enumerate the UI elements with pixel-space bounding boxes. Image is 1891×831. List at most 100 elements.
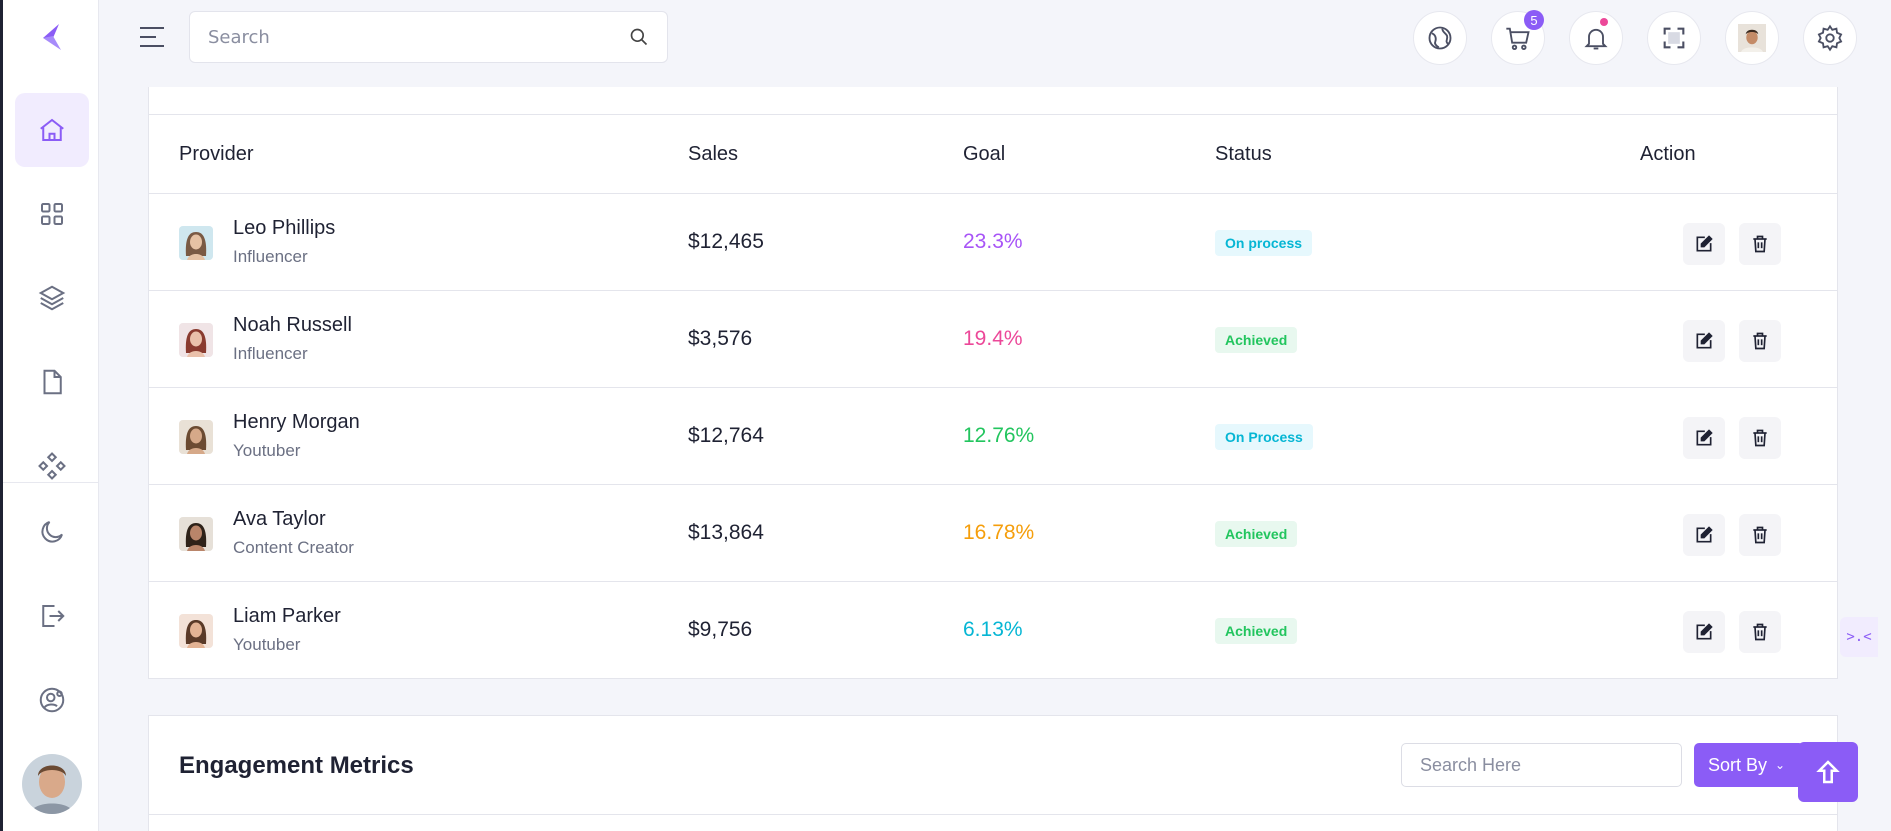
logout-icon <box>42 605 65 627</box>
edit-icon <box>1696 235 1713 252</box>
provider-avatar <box>179 420 213 454</box>
scroll-to-top-button[interactable] <box>1798 742 1858 802</box>
search-input[interactable] <box>208 26 629 48</box>
sidebar-item-profile-settings[interactable] <box>15 663 89 737</box>
goal-value: 23.3% <box>963 230 1023 253</box>
code-icon: >.< <box>1846 629 1872 645</box>
sidebar-item-dashboard[interactable] <box>15 93 89 167</box>
sales-value: $3,576 <box>688 327 753 350</box>
card-divider <box>149 814 1837 815</box>
sales-value: $12,764 <box>688 424 764 447</box>
sales-value: $12,465 <box>688 230 764 253</box>
grid-icon <box>41 203 63 225</box>
provider-role: Content Creator <box>233 538 354 557</box>
edit-button[interactable] <box>1683 223 1725 265</box>
edit-button[interactable] <box>1683 320 1725 362</box>
sidebar-item-pages[interactable] <box>15 345 89 419</box>
provider-name: Henry Morgan <box>233 411 360 433</box>
home-icon <box>40 118 64 141</box>
table-row: Henry Morgan Youtuber $12,764 12.76% On … <box>149 388 1837 485</box>
menu-toggle-icon[interactable] <box>138 25 166 49</box>
provider-role: Influencer <box>233 247 308 266</box>
goal-value: 16.78% <box>963 521 1035 544</box>
globe-icon <box>1428 26 1452 50</box>
edit-icon <box>1696 526 1713 543</box>
edit-icon <box>1696 429 1713 446</box>
engagement-metrics-card: Engagement Metrics Sort By ⌄ <box>148 715 1838 831</box>
sidebar-item-apps[interactable] <box>15 177 89 251</box>
sales-value: $9,756 <box>688 618 753 641</box>
sidebar <box>0 0 99 831</box>
moon-icon <box>41 521 63 543</box>
search-icon[interactable] <box>629 27 649 47</box>
sidebar-user-avatar[interactable] <box>22 754 82 814</box>
delete-button[interactable] <box>1739 223 1781 265</box>
sort-by-button[interactable]: Sort By ⌄ <box>1694 743 1804 787</box>
delete-button[interactable] <box>1739 320 1781 362</box>
column-header-action: Action <box>1640 143 1696 165</box>
file-icon <box>43 369 62 395</box>
table-row: Leo Phillips Influencer $12,465 23.3% On… <box>149 194 1837 291</box>
status-badge: Achieved <box>1215 521 1298 547</box>
chevron-down-icon: ⌄ <box>1775 758 1786 772</box>
settings-button[interactable] <box>1803 11 1857 65</box>
top-header: 5 <box>99 0 1891 87</box>
app-logo-icon[interactable] <box>39 22 65 52</box>
cart-count-badge: 5 <box>1524 10 1544 30</box>
column-header-goal: Goal <box>963 143 1006 165</box>
sidebar-item-layers[interactable] <box>15 261 89 335</box>
delete-button[interactable] <box>1739 514 1781 556</box>
trash-icon <box>1753 526 1767 544</box>
status-badge: Achieved <box>1215 327 1298 353</box>
provider-avatar <box>179 614 213 648</box>
provider-name: Noah Russell <box>233 314 352 336</box>
cart-button[interactable]: 5 <box>1491 10 1545 65</box>
provider-avatar <box>179 517 213 551</box>
sidebar-item-dark-mode[interactable] <box>15 495 89 569</box>
fullscreen-button[interactable] <box>1647 11 1701 65</box>
user-settings-icon <box>39 687 65 713</box>
provider-name: Liam Parker <box>233 605 341 627</box>
layers-icon <box>38 285 66 311</box>
delete-button[interactable] <box>1739 611 1781 653</box>
customizer-toggle[interactable]: >.< <box>1840 617 1878 657</box>
delete-button[interactable] <box>1739 417 1781 459</box>
goal-value: 12.76% <box>963 424 1035 447</box>
column-header-sales: Sales <box>688 143 739 165</box>
fullscreen-icon <box>1663 27 1685 49</box>
engagement-search-input[interactable] <box>1401 743 1682 787</box>
status-badge: On Process <box>1215 424 1313 450</box>
gear-icon <box>1817 24 1843 52</box>
table-header: Provider Sales Goal Status Action <box>149 114 1837 194</box>
provider-role: Youtuber <box>233 441 301 460</box>
table-row: Liam Parker Youtuber $9,756 6.13% Achiev… <box>149 582 1837 679</box>
edit-icon <box>1696 623 1713 640</box>
arrow-up-icon <box>1816 760 1840 784</box>
column-header-provider: Provider <box>179 143 254 165</box>
column-header-status: Status <box>1215 143 1272 165</box>
trash-icon <box>1753 235 1767 253</box>
sales-value: $13,864 <box>688 521 764 544</box>
goal-value: 6.13% <box>963 618 1023 641</box>
language-button[interactable] <box>1413 11 1467 65</box>
provider-name: Ava Taylor <box>233 508 326 530</box>
notifications-button[interactable] <box>1569 11 1623 65</box>
edit-button[interactable] <box>1683 417 1725 459</box>
components-icon <box>38 452 66 480</box>
table-row: Noah Russell Influencer $3,576 19.4% Ach… <box>149 291 1837 388</box>
status-badge: On process <box>1215 230 1313 256</box>
edit-button[interactable] <box>1683 611 1725 653</box>
sidebar-item-components[interactable] <box>15 429 89 481</box>
header-search[interactable] <box>189 11 668 63</box>
edit-button[interactable] <box>1683 514 1725 556</box>
provider-role: Influencer <box>233 344 308 363</box>
goal-value: 19.4% <box>963 327 1023 350</box>
status-badge: Achieved <box>1215 618 1298 644</box>
providers-table-card: Provider Sales Goal Status Action Leo Ph… <box>148 87 1838 679</box>
provider-name: Leo Phillips <box>233 217 336 239</box>
profile-avatar-button[interactable] <box>1725 11 1779 65</box>
table-row: Ava Taylor Content Creator $13,864 16.78… <box>149 485 1837 582</box>
trash-icon <box>1753 332 1767 350</box>
notification-dot <box>1600 18 1608 26</box>
sidebar-item-logout[interactable] <box>15 579 89 653</box>
